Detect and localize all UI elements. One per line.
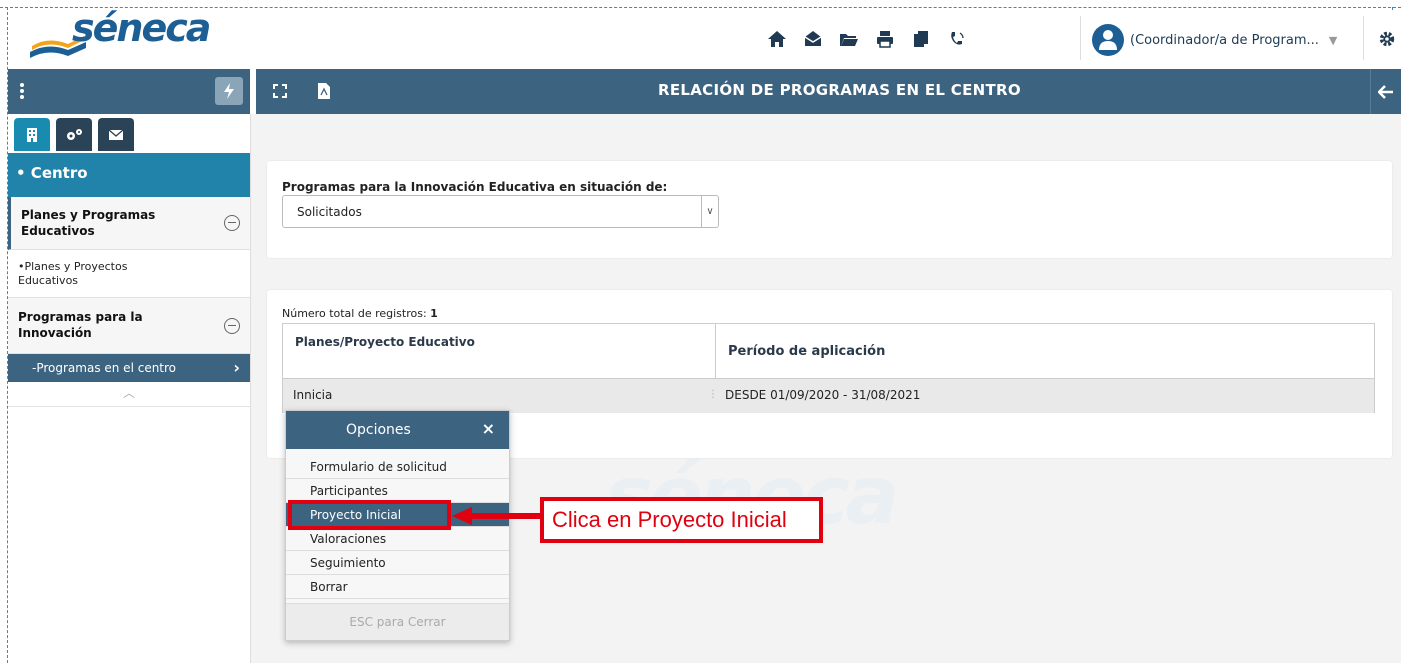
sidebar-group-planes[interactable]: Planes y Programas Educativos [8,197,250,250]
more-vertical-icon[interactable] [8,77,36,105]
phone-icon[interactable] [939,24,975,54]
tab-settings[interactable] [56,118,92,151]
record-count: Número total de registros: 1 [282,307,438,320]
collapse-up-icon[interactable]: ︿ [8,384,250,407]
sidebar-item-label: •Planes y Proyectos Educativos [18,260,128,287]
tab-messages[interactable] [98,118,134,151]
mail-icon[interactable] [795,24,831,54]
grip-icon: ⋮ [708,389,718,400]
table-row[interactable]: Innicia ⋮ DESDE 01/09/2020 - 31/08/2021 [283,378,1374,413]
status-select-value: Solicitados [297,205,362,219]
annotation-arrow-icon [452,507,540,525]
lightning-icon[interactable] [215,77,243,105]
popup-footer: ESC para Cerrar [286,603,509,640]
menu-item-formulario[interactable]: Formulario de solicitud [286,455,509,479]
header-divider [1363,16,1364,60]
home-icon[interactable] [759,24,795,54]
user-menu[interactable]: (Coordinador/a de Program... ▼ [1092,24,1337,56]
sidebar-group-title: Programas para la Innovación [18,310,143,340]
logo-text: séneca [72,6,211,50]
collapse-minus-icon[interactable] [224,318,240,334]
title-bar: RELACIÓN DE PROGRAMAS EN EL CENTRO [8,69,1401,114]
copy-icon[interactable] [903,24,939,54]
chevron-right-icon: › [233,358,240,377]
cogs-icon [67,128,82,140]
chevron-down-icon[interactable]: ∨ [701,196,718,227]
title-separator [250,69,256,114]
header-toolbar [759,24,975,54]
dashed-frame-top [0,7,1401,8]
sidebar: • Centro Planes y Programas Educativos •… [8,114,251,663]
filter-panel: Programas para la Innovación Educativa e… [267,161,1392,258]
collapse-minus-icon[interactable] [224,215,240,231]
annotation-text: Clica en Proyecto Inicial [552,507,787,532]
table-cell-periodo: DESDE 01/09/2020 - 31/08/2021 [725,388,921,402]
folder-icon[interactable] [831,24,867,54]
popup-header: Opciones × [286,411,509,449]
sidebar-group-title: Planes y Programas Educativos [21,208,156,238]
menu-item-valoraciones[interactable]: Valoraciones [286,527,509,551]
sidebar-tabs [14,118,140,151]
sidebar-item-planes-proyectos[interactable]: •Planes y Proyectos Educativos [8,250,250,298]
building-icon [27,127,37,142]
sidebar-toolbar [8,69,250,114]
menu-item-seguimiento[interactable]: Seguimiento [286,551,509,575]
header-divider [1080,16,1081,60]
print-icon[interactable] [867,24,903,54]
close-icon[interactable]: × [482,419,495,438]
sidebar-section-centro[interactable]: • Centro [8,153,250,197]
user-avatar-icon [1092,24,1124,56]
programs-table: Planes/Proyecto Educativo Período de apl… [282,323,1375,413]
popup-title: Opciones [346,422,411,438]
table-cell-plan: Innicia [293,388,333,402]
tab-building[interactable] [14,118,50,151]
annotation-callout: Clica en Proyecto Inicial [540,497,823,543]
pdf-icon[interactable] [310,77,338,105]
seneca-logo[interactable]: séneca [28,6,211,58]
menu-item-borrar[interactable]: Borrar [286,575,509,599]
user-role-label: (Coordinador/a de Program... [1130,32,1319,48]
back-arrow-icon[interactable] [1370,69,1401,114]
sidebar-item-label: -Programas en el centro [32,361,177,375]
status-select[interactable]: Solicitados ∨ [282,195,719,228]
column-header-planes[interactable]: Planes/Proyecto Educativo [283,324,716,378]
sidebar-group-innovacion[interactable]: Programas para la Innovación [8,298,250,354]
fullscreen-icon[interactable] [266,77,294,105]
top-header: séneca (Coordinador/a de Program... ▼ [8,6,1401,68]
column-header-periodo[interactable]: Período de aplicación [716,324,1376,378]
chevron-down-icon: ▼ [1328,33,1338,47]
highlight-box [288,500,451,530]
sidebar-item-programas-centro[interactable]: -Programas en el centro › [8,354,250,382]
filter-label: Programas para la Innovación Educativa e… [282,180,668,194]
page-title: RELACIÓN DE PROGRAMAS EN EL CENTRO [658,81,1021,99]
gear-icon[interactable] [1378,30,1396,51]
envelope-icon [109,129,123,140]
